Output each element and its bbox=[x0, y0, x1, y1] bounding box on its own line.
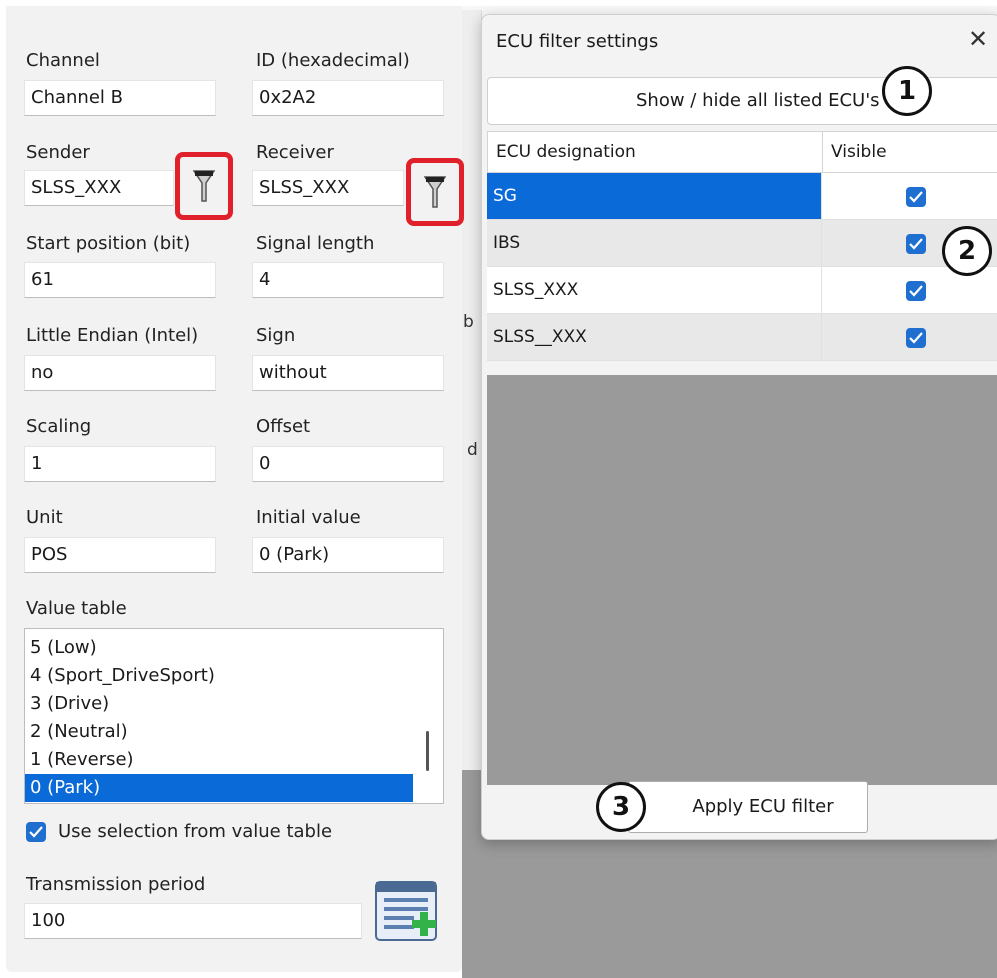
filter-icon bbox=[424, 176, 446, 208]
unit-field[interactable]: POS bbox=[24, 537, 216, 573]
initial-value-label: Initial value bbox=[256, 507, 361, 528]
little-endian-label: Little Endian (Intel) bbox=[26, 325, 199, 346]
ecu-name: SLSS_XXX bbox=[487, 267, 822, 313]
unit-label: Unit bbox=[26, 507, 63, 528]
receiver-filter-button[interactable] bbox=[406, 158, 464, 226]
visible-checkbox[interactable] bbox=[906, 281, 926, 301]
checkmark-icon bbox=[909, 285, 923, 297]
list-item[interactable]: 2 (Neutral) bbox=[25, 718, 413, 746]
list-item[interactable]: 5 (Low) bbox=[25, 634, 413, 662]
little-endian-field[interactable]: no bbox=[24, 355, 216, 391]
checkmark-icon bbox=[909, 332, 923, 344]
column-header-visible[interactable]: Visible bbox=[823, 132, 887, 172]
list-item[interactable]: 4 (Sport_DriveSport) bbox=[25, 662, 413, 690]
scaling-field[interactable]: 1 bbox=[24, 446, 216, 482]
channel-label: Channel bbox=[26, 50, 100, 71]
table-row[interactable]: IBS bbox=[487, 220, 997, 267]
list-item[interactable]: 1 (Reverse) bbox=[25, 746, 413, 774]
receiver-label: Receiver bbox=[256, 142, 334, 163]
ecu-name: SG bbox=[487, 173, 822, 219]
checkmark-icon bbox=[29, 826, 43, 838]
column-header-ecu-designation[interactable]: ECU designation bbox=[488, 132, 823, 172]
id-hex-label: ID (hexadecimal) bbox=[256, 50, 410, 71]
apply-ecu-filter-button[interactable]: Apply ECU filter bbox=[628, 781, 868, 833]
visible-checkbox[interactable] bbox=[906, 328, 926, 348]
sender-field[interactable]: SLSS_XXX bbox=[24, 170, 174, 206]
table-row[interactable]: SLSS_XXX bbox=[487, 267, 997, 314]
background-strip bbox=[462, 10, 482, 770]
add-list-button[interactable] bbox=[374, 880, 440, 946]
receiver-field[interactable]: SLSS_XXX bbox=[252, 170, 404, 206]
channel-field[interactable]: Channel B bbox=[24, 80, 216, 116]
sign-label: Sign bbox=[256, 325, 296, 346]
table-row[interactable]: SLSS__XXX bbox=[487, 314, 997, 361]
sender-label: Sender bbox=[26, 142, 90, 163]
use-selection-checkbox[interactable] bbox=[26, 822, 46, 842]
value-table-list[interactable]: 5 (Low) 4 (Sport_DriveSport) 3 (Drive) 2… bbox=[24, 628, 444, 804]
signal-length-label: Signal length bbox=[256, 233, 375, 254]
table-empty-area bbox=[487, 375, 997, 785]
sign-field[interactable]: without bbox=[252, 355, 444, 391]
transmission-period-field[interactable]: 100 bbox=[24, 903, 362, 939]
add-list-icon bbox=[375, 881, 437, 941]
transmission-period-label: Transmission period bbox=[26, 874, 206, 895]
value-table-label: Value table bbox=[26, 598, 127, 619]
offset-label: Offset bbox=[256, 416, 311, 437]
ecu-name: SLSS__XXX bbox=[487, 314, 822, 360]
checkmark-icon bbox=[909, 191, 923, 203]
background-text-fragment: d bbox=[467, 440, 478, 460]
scaling-label: Scaling bbox=[26, 416, 92, 437]
visible-checkbox[interactable] bbox=[906, 234, 926, 254]
filter-icon bbox=[193, 170, 215, 202]
scrollbar-thumb[interactable] bbox=[426, 731, 429, 771]
checkmark-icon bbox=[909, 238, 923, 250]
initial-value-field[interactable]: 0 (Park) bbox=[252, 537, 444, 573]
table-row[interactable]: SG bbox=[487, 173, 997, 220]
dialog-title: ECU filter settings bbox=[496, 31, 659, 52]
id-hex-field[interactable]: 0x2A2 bbox=[252, 80, 444, 116]
annotation-badge-3: 3 bbox=[596, 782, 646, 832]
offset-field[interactable]: 0 bbox=[252, 446, 444, 482]
start-position-label: Start position (bit) bbox=[26, 233, 191, 254]
table-header: ECU designation Visible bbox=[487, 131, 997, 173]
start-position-field[interactable]: 61 bbox=[24, 262, 216, 298]
annotation-badge-2: 2 bbox=[942, 226, 992, 276]
list-item[interactable]: 3 (Drive) bbox=[25, 690, 413, 718]
annotation-badge-1: 1 bbox=[882, 66, 932, 116]
background-text-fragment: b bbox=[463, 312, 474, 332]
close-icon[interactable]: ✕ bbox=[968, 27, 988, 51]
visible-checkbox[interactable] bbox=[906, 187, 926, 207]
signal-length-field[interactable]: 4 bbox=[252, 262, 444, 298]
sender-filter-button[interactable] bbox=[175, 152, 233, 220]
list-item-selected[interactable]: 0 (Park) bbox=[25, 774, 413, 802]
ecu-filter-dialog: ECU filter settings ✕ Show / hide all li… bbox=[481, 14, 997, 840]
ecu-name: IBS bbox=[487, 220, 822, 266]
ecu-table: ECU designation Visible SG IBS SLSS_XXX … bbox=[487, 131, 997, 371]
use-selection-label: Use selection from value table bbox=[58, 821, 333, 842]
